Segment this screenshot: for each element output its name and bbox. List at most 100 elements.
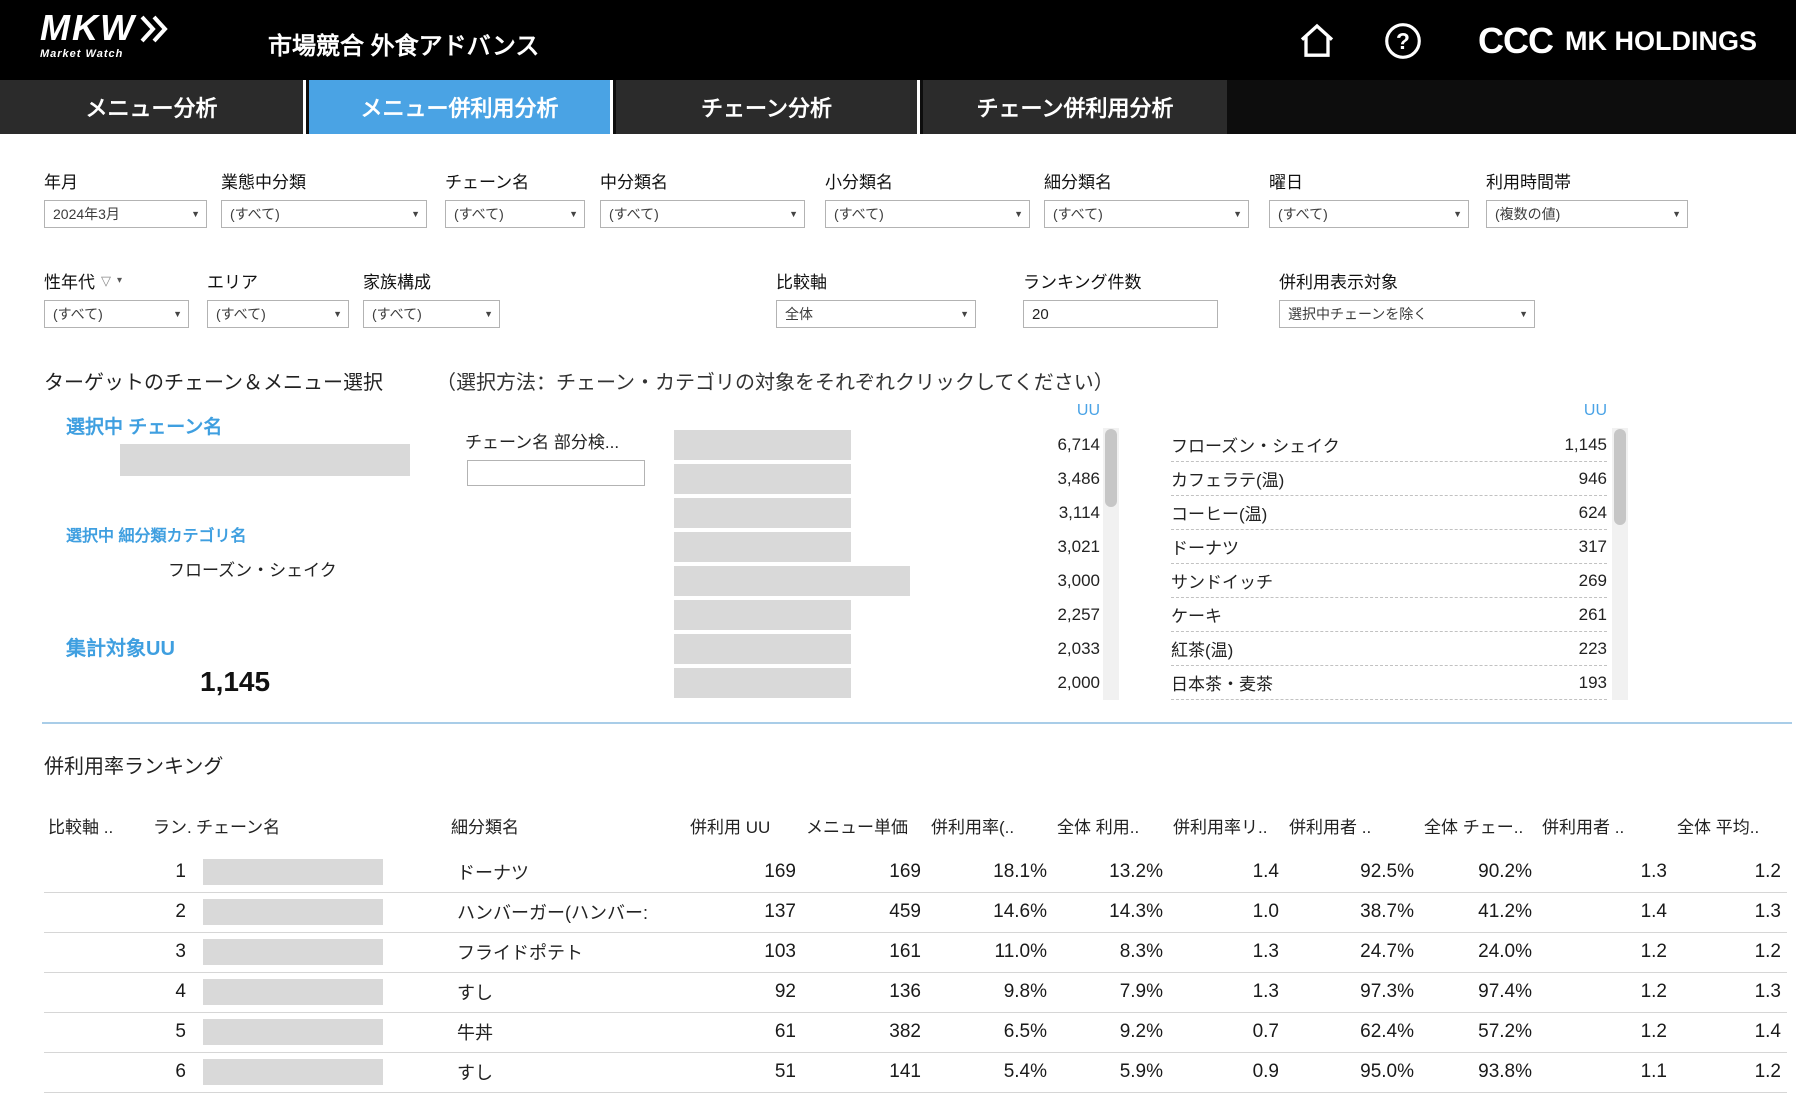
mid-category-dropdown[interactable]: (すべて) ▼ <box>600 200 805 228</box>
category-uu-value: 624 <box>1579 503 1607 523</box>
redacted-chain-name <box>674 464 851 494</box>
chain-search-input[interactable] <box>467 460 645 486</box>
detail-category-cell: ハンバーガー(ハンバー: <box>447 892 686 932</box>
detail-category-cell: すし <box>447 1052 686 1092</box>
category-list-item[interactable]: ケーキ 261 <box>1171 598 1607 632</box>
ranking-table-header-row: 比較軸 .. ラン.. チェーン名 細分類名 併利用 UU メニュー単価 併利用… <box>44 806 1787 852</box>
funnel-filter-icon[interactable]: ▽ <box>101 273 111 289</box>
home-button[interactable] <box>1296 20 1338 62</box>
chain-uu-value: 2,033 <box>851 639 1100 659</box>
filter-label: 性年代 <box>44 268 95 293</box>
chevron-down-icon: ▼ <box>411 209 420 219</box>
area-dropdown[interactable]: (すべて) ▼ <box>207 300 349 328</box>
co-use-target-dropdown[interactable]: 選択中チェーンを除く ▼ <box>1279 300 1535 328</box>
weekday-dropdown[interactable]: (すべて) ▼ <box>1269 200 1469 228</box>
redacted-chain-name <box>674 600 851 630</box>
small-category-dropdown[interactable]: (すべて) ▼ <box>825 200 1030 228</box>
gender-age-dropdown[interactable]: (すべて) ▼ <box>44 300 189 328</box>
selection-instruction: （選択方法：チェーン・カテゴリの対象をそれぞれクリックしてください） <box>436 366 1114 395</box>
selected-category-value: フローズン・シェイク <box>168 556 337 581</box>
col-header-menu-price: メニュー単価 <box>802 806 927 852</box>
chevron-down-icon: ▼ <box>1014 209 1023 219</box>
chain-bar-row[interactable]: 3,000 <box>674 564 1100 598</box>
chain-uu-value: 2,257 <box>851 605 1100 625</box>
category-uu-list: フローズン・シェイク 1,145 カフェラテ(温) 946 コーヒー(温) 62… <box>1171 428 1607 700</box>
chain-name-dropdown[interactable]: (すべて) ▼ <box>445 200 585 228</box>
total-average-cell: 1.3 <box>1673 892 1787 932</box>
chain-bar-row[interactable]: 6,714 <box>674 428 1100 462</box>
filter-chain-name: チェーン名 (すべて) ▼ <box>445 168 585 228</box>
filter-label: 利用時間帯 <box>1486 168 1688 193</box>
tab-menu-analysis[interactable]: メニュー分析 <box>0 80 306 134</box>
total-average-cell: 1.2 <box>1673 852 1787 892</box>
scrollbar-thumb[interactable] <box>1105 429 1117 507</box>
menu-price-cell: 459 <box>802 892 927 932</box>
chain-chart-scrollbar[interactable] <box>1103 428 1119 700</box>
col-header-rank: ラン.. <box>149 806 192 852</box>
table-row[interactable]: 2 ハンバーガー(ハンバー: 137 459 14.6% 14.3% 1.0 3… <box>44 892 1787 932</box>
table-row[interactable]: 1 ドーナツ 169 169 18.1% 13.2% 1.4 92.5% 90.… <box>44 852 1787 892</box>
table-row[interactable]: 6 すし 51 141 5.4% 5.9% 0.9 95.0% 93.8% 1.… <box>44 1052 1787 1092</box>
detail-category-dropdown[interactable]: (すべて) ▼ <box>1044 200 1249 228</box>
category-list-scrollbar[interactable] <box>1612 428 1628 700</box>
redacted-chain-name <box>674 634 851 664</box>
rank-cell: 1 <box>149 852 192 892</box>
category-list-item[interactable]: カフェラテ(温) 946 <box>1171 462 1607 496</box>
total-usage-cell: 7.9% <box>1053 972 1169 1012</box>
total-average-cell: 1.4 <box>1673 1012 1787 1052</box>
comparison-axis-cell <box>44 852 149 892</box>
category-uu-value: 317 <box>1579 537 1607 557</box>
business-mid-category-dropdown[interactable]: (すべて) ▼ <box>221 200 427 228</box>
time-slot-dropdown[interactable]: (複数の値) ▼ <box>1486 200 1688 228</box>
chain-bar-row[interactable]: 3,114 <box>674 496 1100 530</box>
co-user-cell: 95.0% <box>1285 1052 1420 1092</box>
chain-uu-value: 2,000 <box>851 673 1100 693</box>
help-button[interactable]: ? <box>1382 20 1424 62</box>
co-user-2-cell: 1.2 <box>1538 972 1673 1012</box>
chain-bar-row[interactable]: 2,257 <box>674 598 1100 632</box>
filter-label: 家族構成 <box>363 268 500 293</box>
tab-chain-analysis[interactable]: チェーン分析 <box>616 80 920 134</box>
total-chain-cell: 24.0% <box>1420 932 1538 972</box>
category-list-item[interactable]: フローズン・シェイク 1,145 <box>1171 428 1607 462</box>
ccc-logo-text: CCC <box>1478 20 1553 62</box>
col-header-chain-name: チェーン名 <box>192 806 447 852</box>
table-row[interactable]: 5 牛丼 61 382 6.5% 9.2% 0.7 62.4% 57.2% 1.… <box>44 1012 1787 1052</box>
tab-menu-co-use-analysis[interactable]: メニュー併利用分析 <box>309 80 613 134</box>
scrollbar-thumb[interactable] <box>1614 429 1626 525</box>
filter-detail-category: 細分類名 (すべて) ▼ <box>1044 168 1249 228</box>
col-header-detail-category: 細分類名 <box>447 806 686 852</box>
chain-bar-row[interactable]: 2,033 <box>674 632 1100 666</box>
filter-area: エリア (すべて) ▼ <box>207 268 349 328</box>
category-list-item[interactable]: サンドイッチ 269 <box>1171 564 1607 598</box>
category-name: 日本茶・麦茶 <box>1171 670 1579 695</box>
category-list-item[interactable]: 日本茶・麦茶 193 <box>1171 666 1607 700</box>
family-dropdown[interactable]: (すべて) ▼ <box>363 300 500 328</box>
comparison-axis-dropdown[interactable]: 全体 ▼ <box>776 300 976 328</box>
table-row[interactable]: 3 フライドポテト 103 161 11.0% 8.3% 1.3 24.7% 2… <box>44 932 1787 972</box>
chain-bar-row[interactable]: 3,486 <box>674 462 1100 496</box>
chain-bar-row[interactable]: 2,000 <box>674 666 1100 700</box>
dashboard-page: MKW Market Watch 市場競合 外食アドバンス ? CCC MK <box>0 0 1796 1103</box>
col-header-total-usage: 全体 利用.. <box>1053 806 1169 852</box>
mkw-logo: MKW Market Watch <box>40 10 174 60</box>
caret-down-icon[interactable]: ▾ <box>117 275 122 286</box>
category-list-item[interactable]: 紅茶(温) 223 <box>1171 632 1607 666</box>
detail-category-cell: すし <box>447 972 686 1012</box>
co-use-rate-lift-cell: 1.3 <box>1169 972 1285 1012</box>
category-list-item[interactable]: コーヒー(温) 624 <box>1171 496 1607 530</box>
total-average-cell: 1.2 <box>1673 1052 1787 1092</box>
filter-mid-category: 中分類名 (すべて) ▼ <box>600 168 805 228</box>
co-user-cell: 38.7% <box>1285 892 1420 932</box>
category-list-item[interactable]: ドーナツ 317 <box>1171 530 1607 564</box>
home-icon <box>1297 21 1337 61</box>
ranking-count-input[interactable] <box>1023 300 1218 328</box>
filter-comparison-axis: 比較軸 全体 ▼ <box>776 268 976 328</box>
year-month-dropdown[interactable]: 2024年3月 ▼ <box>44 200 207 228</box>
total-chain-cell: 97.4% <box>1420 972 1538 1012</box>
category-name: ドーナツ <box>1171 534 1579 559</box>
table-row[interactable]: 4 すし 92 136 9.8% 7.9% 1.3 97.3% 97.4% 1.… <box>44 972 1787 1012</box>
tab-chain-co-use-analysis[interactable]: チェーン併利用分析 <box>923 80 1227 134</box>
co-use-rate-cell: 9.8% <box>927 972 1053 1012</box>
chain-bar-row[interactable]: 3,021 <box>674 530 1100 564</box>
